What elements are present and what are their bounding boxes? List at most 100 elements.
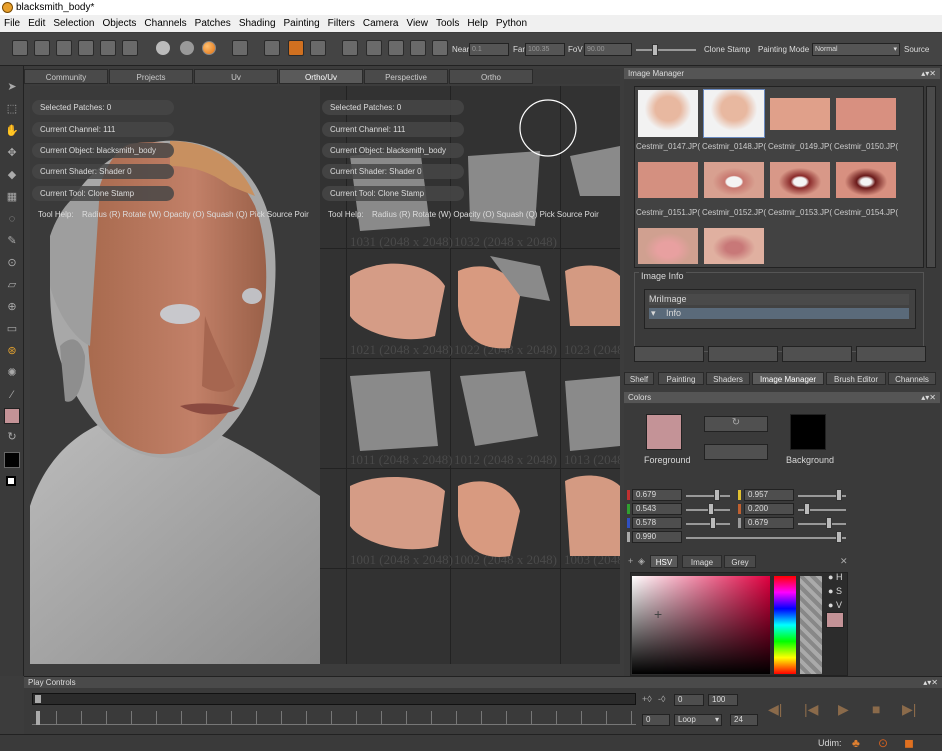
menu-shading[interactable]: Shading xyxy=(235,15,280,32)
eyedropper-icon[interactable]: ⁄ xyxy=(5,388,19,402)
blue-slider-knob[interactable] xyxy=(710,517,716,529)
tab-community[interactable]: Community xyxy=(24,69,108,84)
background-color-swatch[interactable] xyxy=(790,414,826,450)
current-frame-field[interactable]: 0 xyxy=(642,714,670,726)
play-window-controls-icon[interactable]: ▴▾✕ xyxy=(923,677,938,688)
range-start-field[interactable]: 0 xyxy=(674,694,704,706)
open-image-button[interactable] xyxy=(634,346,704,362)
green-value-field[interactable]: 0.543 xyxy=(632,503,682,515)
tab-uv[interactable]: Uv xyxy=(194,69,278,84)
panel-tab-shelf[interactable]: Shelf xyxy=(624,372,654,385)
range-end-field[interactable]: 100 xyxy=(708,694,738,706)
cube-icon[interactable] xyxy=(342,40,358,56)
tree-row-root[interactable]: MriImage xyxy=(649,294,909,305)
tab-projects[interactable]: Projects xyxy=(109,69,193,84)
add-keyframe-icon[interactable]: +◊ xyxy=(642,694,652,704)
move-icon[interactable]: ✥ xyxy=(5,146,19,160)
painting-mode-select[interactable]: Normal ▾ xyxy=(812,43,900,56)
panel-tab-shaders[interactable]: Shaders xyxy=(706,372,750,385)
close-picker-icon[interactable]: ✕ xyxy=(840,556,848,567)
blue-value-field[interactable]: 0.578 xyxy=(632,517,682,529)
pan-hand-icon[interactable]: ✋ xyxy=(5,124,19,138)
image-thumb-0148[interactable] xyxy=(703,89,765,138)
swap-colors-button[interactable]: ↻ xyxy=(704,416,768,432)
panel-window-controls-icon[interactable]: ▴▾✕ xyxy=(921,68,936,79)
image-thumb-0150[interactable] xyxy=(836,98,896,130)
gradient-icon[interactable]: ▭ xyxy=(5,322,19,336)
select-arrow-icon[interactable]: ➤ xyxy=(5,80,19,94)
foreground-color-swatch[interactable] xyxy=(646,414,682,450)
tree-expand-icon[interactable]: ▾ xyxy=(649,308,656,318)
panel-tab-image-manager[interactable]: Image Manager xyxy=(752,372,824,385)
hsv-v-radio[interactable]: ● V xyxy=(828,600,842,610)
hsv-h-radio[interactable]: ● H xyxy=(828,572,842,582)
foreground-swatch[interactable] xyxy=(4,408,20,424)
menu-filters[interactable]: Filters xyxy=(324,15,359,32)
save-icon[interactable] xyxy=(56,40,72,56)
grid-icon[interactable]: ▦ xyxy=(5,190,19,204)
menu-file[interactable]: File xyxy=(0,15,24,32)
playhead[interactable] xyxy=(36,711,40,725)
current-shader-icon[interactable] xyxy=(202,41,216,55)
blur-icon[interactable]: ⊕ xyxy=(5,300,19,314)
alpha-slider-knob[interactable] xyxy=(836,531,842,543)
color-tab-hsv[interactable]: HSV xyxy=(650,555,678,568)
grid-view-icon[interactable] xyxy=(310,40,326,56)
archive-icon[interactable] xyxy=(78,40,94,56)
uv-viewport[interactable]: 1031 (2048 x 2048) 1032 (2048 x 2048) 10… xyxy=(320,86,620,664)
fps-field[interactable]: 24 xyxy=(730,714,758,726)
menu-selection[interactable]: Selection xyxy=(49,15,98,32)
hsv-s-radio[interactable]: ● S xyxy=(828,586,842,596)
menu-patches[interactable]: Patches xyxy=(191,15,235,32)
save-image-button[interactable] xyxy=(856,346,926,362)
pin-icon[interactable]: ✎ xyxy=(5,234,19,248)
alpha-value-field[interactable]: 0.990 xyxy=(632,531,682,543)
menu-painting[interactable]: Painting xyxy=(280,15,324,32)
reset-colors-button[interactable] xyxy=(704,444,768,460)
close-image-button[interactable] xyxy=(708,346,778,362)
cpu-monitor-icon[interactable]: ♣ xyxy=(852,736,860,750)
skip-to-end-icon[interactable]: ▶| xyxy=(902,701,916,718)
panel-tab-brush-editor[interactable]: Brush Editor xyxy=(826,372,886,385)
image-thumb-0155[interactable] xyxy=(638,228,698,264)
menu-tools[interactable]: Tools xyxy=(432,15,463,32)
sv-gradient-picker[interactable]: + xyxy=(632,576,770,674)
green-slider-knob[interactable] xyxy=(708,503,714,515)
remove-keyframe-icon[interactable]: -◊ xyxy=(658,694,665,704)
menu-objects[interactable]: Objects xyxy=(99,15,141,32)
image-thumb-0154[interactable] xyxy=(836,162,896,198)
paint-through-icon[interactable] xyxy=(288,40,304,56)
menu-edit[interactable]: Edit xyxy=(24,15,49,32)
camera-icon[interactable] xyxy=(264,40,280,56)
red-slider[interactable] xyxy=(686,495,730,497)
color-tab-image[interactable]: Image xyxy=(682,555,722,568)
tab-ortho-uv[interactable]: Ortho/Uv xyxy=(279,69,363,84)
tab-perspective[interactable]: Perspective xyxy=(364,69,448,84)
timeline-range-bar[interactable] xyxy=(32,693,636,705)
eraser-icon[interactable]: ▱ xyxy=(5,278,19,292)
hue-strip[interactable] xyxy=(774,576,796,674)
tree-row-info[interactable]: ▾ Info xyxy=(649,308,909,319)
view-icon[interactable] xyxy=(366,40,382,56)
colors-window-controls-icon[interactable]: ▴▾✕ xyxy=(921,392,936,403)
marquee-select-icon[interactable]: ⬚ xyxy=(5,102,19,116)
alpha-strip[interactable] xyxy=(800,576,822,674)
basic-shading-icon[interactable] xyxy=(180,41,194,55)
image-thumb-0149[interactable] xyxy=(770,98,830,130)
image-thumb-0147[interactable] xyxy=(638,90,698,137)
alpha-slider[interactable] xyxy=(686,537,846,539)
lights-icon[interactable] xyxy=(432,40,448,56)
blue-slider[interactable] xyxy=(686,523,730,525)
near-field[interactable]: 0.1 xyxy=(469,43,509,56)
export-icon[interactable] xyxy=(122,40,138,56)
fov-field[interactable]: 90.00 xyxy=(584,43,632,56)
panel-tab-channels[interactable]: Channels xyxy=(888,372,936,385)
panel-tab-painting[interactable]: Painting xyxy=(658,372,704,385)
skip-to-start-icon[interactable]: ◀| xyxy=(768,701,782,718)
hue-slider-knob[interactable] xyxy=(836,489,842,501)
timeline-ruler[interactable] xyxy=(32,711,636,725)
far-field[interactable]: 100.35 xyxy=(525,43,565,56)
memory-monitor-icon[interactable]: ◼ xyxy=(904,736,914,750)
flat-shading-icon[interactable] xyxy=(156,41,170,55)
image-thumb-0153[interactable] xyxy=(770,162,830,198)
